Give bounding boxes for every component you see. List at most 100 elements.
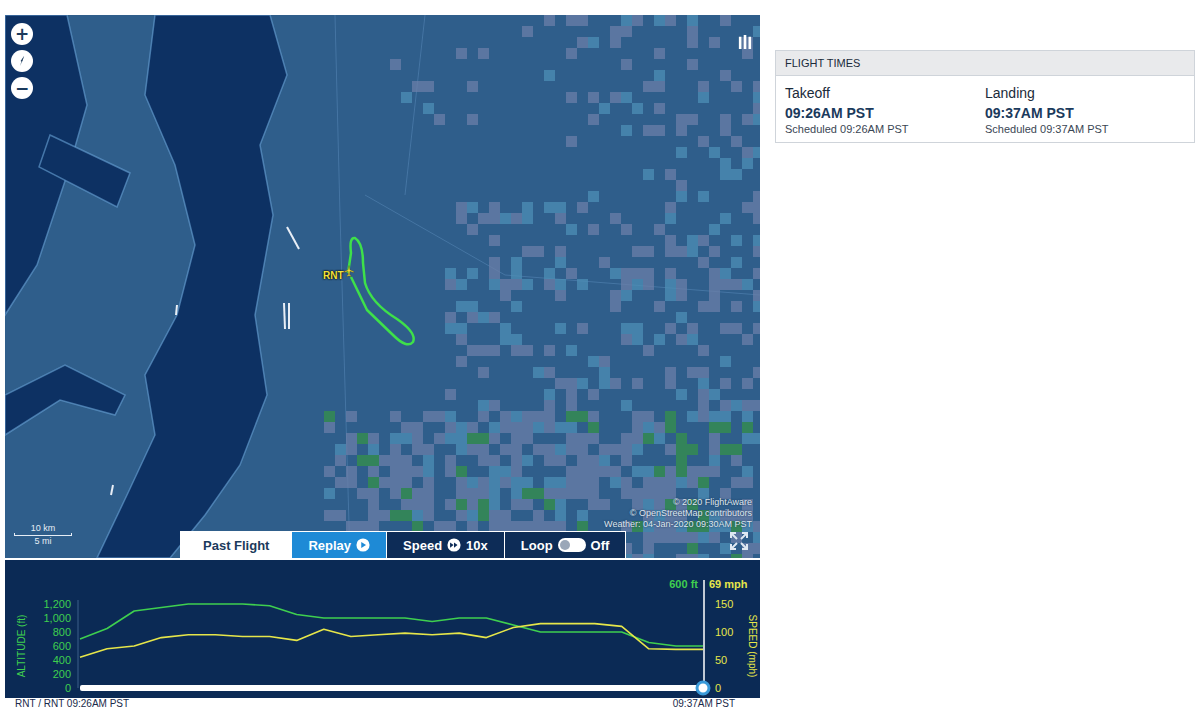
radar-cell [566, 466, 577, 477]
radar-cell [720, 70, 731, 81]
radar-cell [566, 378, 577, 389]
radar-cell [533, 367, 544, 378]
speed-button[interactable]: Speed 10x [386, 532, 504, 558]
timeline-track[interactable] [80, 685, 703, 691]
radar-cell [555, 279, 566, 290]
time-label: Takeoff [785, 84, 985, 102]
scale-bar [14, 533, 72, 536]
radar-cell [610, 301, 621, 312]
radar-cell [478, 411, 489, 422]
radar-cell [456, 444, 467, 455]
radar-cell [753, 147, 760, 158]
loop-toggle[interactable] [558, 538, 586, 552]
radar-cell [665, 323, 676, 334]
radar-cell [720, 422, 731, 433]
radar-cell [610, 290, 621, 301]
radar-cell [621, 125, 632, 136]
radar-cell [346, 477, 357, 488]
airport-label[interactable]: RNT [323, 270, 344, 281]
radar-cell [610, 26, 621, 37]
water [5, 15, 287, 558]
radar-cell [577, 411, 588, 422]
radar-cell [500, 334, 511, 345]
radar-cell [445, 455, 456, 466]
zoom-in-button[interactable]: + [11, 23, 33, 45]
radar-cell [720, 323, 731, 334]
radar-cell [544, 70, 555, 81]
radar-cell [654, 422, 665, 433]
radar-cell [522, 202, 533, 213]
radar-cell [720, 411, 731, 422]
radar-cell [698, 235, 709, 246]
radar-cell [599, 466, 610, 477]
flight-track[interactable] [348, 238, 414, 344]
radar-cell [423, 466, 434, 477]
radar-cell [687, 554, 698, 558]
airplane-icon[interactable] [343, 265, 355, 277]
radar-cell [654, 477, 665, 488]
radar-cell [489, 488, 500, 499]
radar-cell [456, 510, 467, 521]
radar-cell [599, 367, 610, 378]
flight-trace [111, 485, 113, 495]
radar-cell [478, 477, 489, 488]
radar-cell [555, 455, 566, 466]
radar-cell [467, 510, 478, 521]
radar-cell [709, 422, 720, 433]
radar-cell [687, 543, 698, 554]
radar-cell [643, 246, 654, 257]
radar-cell [401, 455, 412, 466]
radar-cell [456, 433, 467, 444]
radar-cell [632, 466, 643, 477]
radar-cell [489, 510, 500, 521]
toggle-knob [560, 540, 570, 550]
radar-cell [753, 433, 760, 444]
radar-cell [687, 323, 698, 334]
map-canvas[interactable] [5, 15, 760, 558]
radar-cell [489, 213, 500, 224]
timeline-start: RNT / RNT 09:26AM PST [15, 698, 129, 710]
radar-cell [698, 389, 709, 400]
radar-cell [621, 455, 632, 466]
radar-cell [566, 268, 577, 279]
compass-button[interactable] [11, 50, 33, 72]
layers-icon[interactable] [738, 33, 752, 51]
radar-cell [566, 389, 577, 400]
radar-cell [511, 444, 522, 455]
radar-cell [500, 466, 511, 477]
radar-cell [489, 202, 500, 213]
attribution-line: © 2020 FlightAware [604, 497, 752, 508]
radar-cell [588, 422, 599, 433]
radar-cell [621, 334, 632, 345]
radar-cell [544, 202, 555, 213]
replay-button[interactable]: Replay [291, 532, 386, 558]
zoom-out-button[interactable]: − [11, 77, 33, 99]
flight-chart: ALTITUDE (ft)1,2001,00080060040020001501… [5, 560, 760, 698]
radar-cell [654, 125, 665, 136]
radar-cell [621, 92, 632, 103]
radar-cell [753, 290, 760, 301]
radar-cell [709, 466, 720, 477]
radar-cell [335, 455, 346, 466]
radar-cell [731, 279, 742, 290]
fullscreen-icon[interactable] [728, 530, 750, 552]
radar-cell [478, 48, 489, 59]
radar-cell [379, 455, 390, 466]
radar-cell [599, 378, 610, 389]
radar-cell [709, 224, 720, 235]
radar-cell [621, 279, 632, 290]
radar-cell [511, 477, 522, 488]
radar-cell [599, 257, 610, 268]
radar-cell [731, 257, 742, 268]
radar-cell [456, 466, 467, 477]
radar-cell [643, 532, 654, 543]
loop-control[interactable]: Loop Off [504, 532, 626, 558]
radar-cell [577, 323, 588, 334]
radar-cell [533, 510, 544, 521]
map[interactable]: RNT + − 10 km 5 mi © 2020 FlightAware© O… [5, 15, 760, 558]
timeline-knob[interactable] [697, 682, 709, 694]
radar-cell [753, 191, 760, 202]
radar-cell [555, 378, 566, 389]
radar-cell [577, 433, 588, 444]
radar-cell [357, 488, 368, 499]
